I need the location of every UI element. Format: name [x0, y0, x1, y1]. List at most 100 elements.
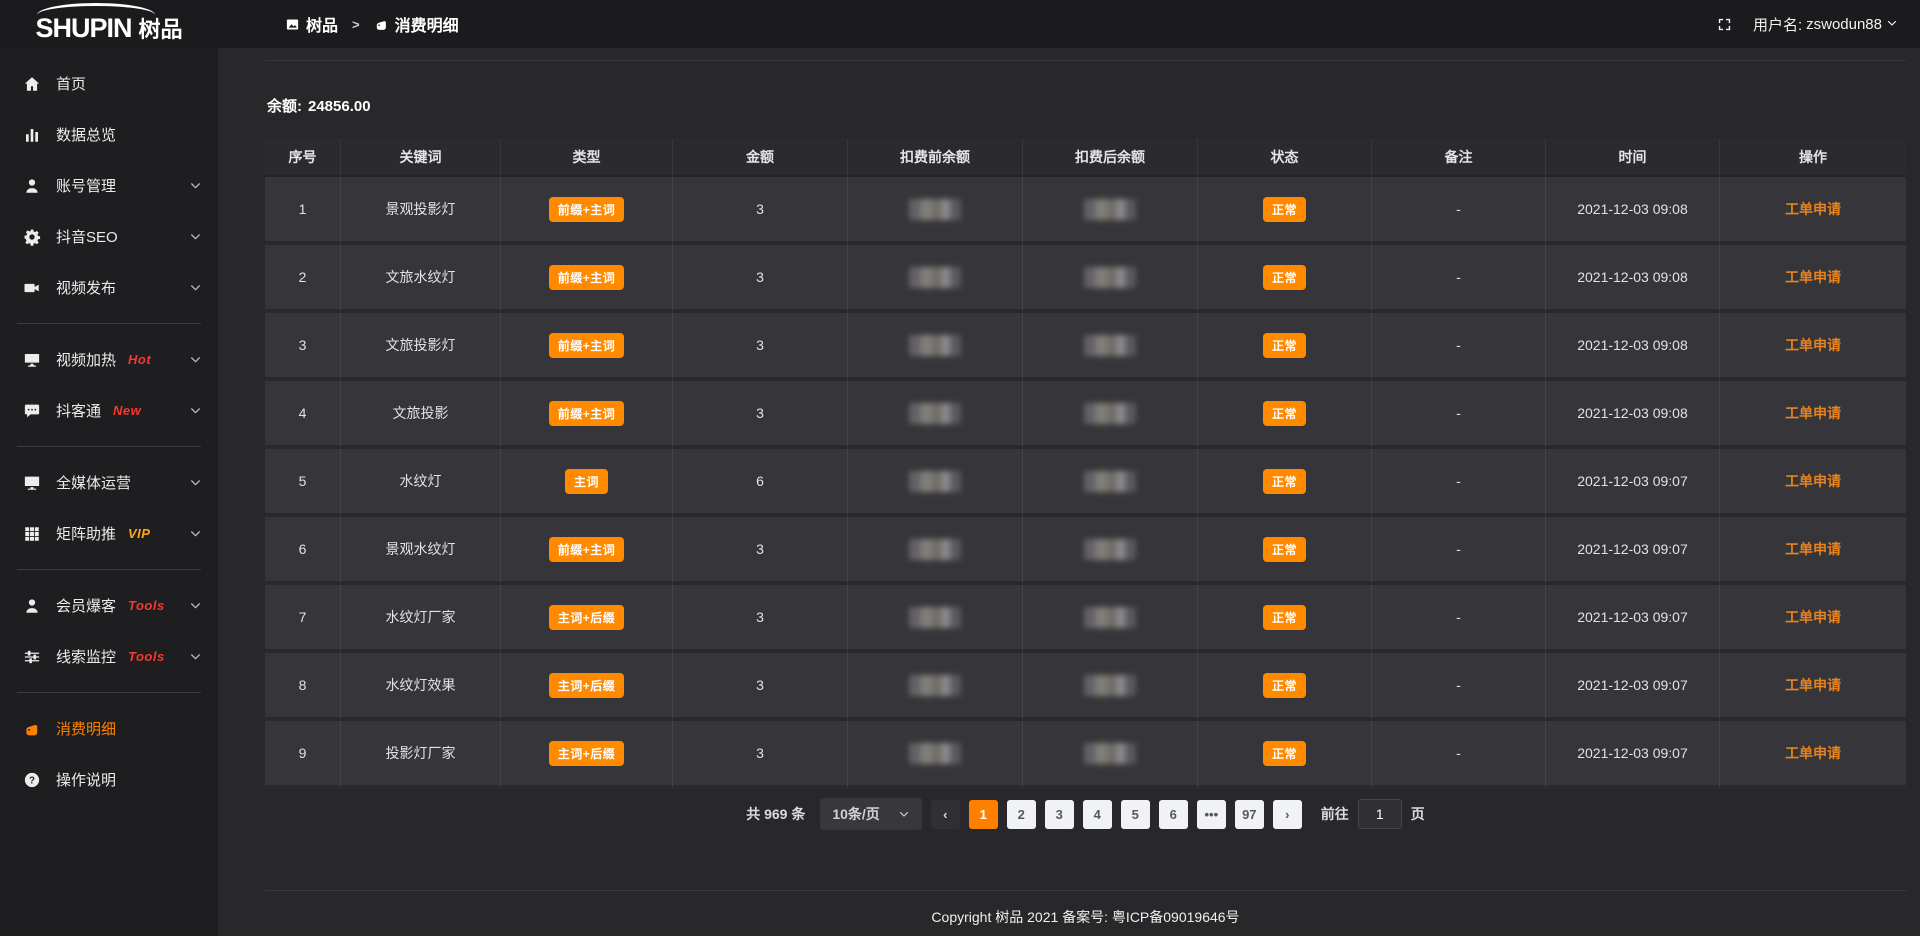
- fullscreen-icon[interactable]: [1716, 16, 1733, 33]
- page-button-4[interactable]: 4: [1083, 800, 1112, 829]
- cell-amount: 3: [673, 653, 848, 721]
- cell-action: 工单申请: [1720, 313, 1906, 381]
- status-badge: 主词+后缀: [549, 673, 625, 698]
- cell-type: 主词: [501, 449, 673, 517]
- chevron-down-icon: [189, 353, 202, 366]
- page-button-1[interactable]: 1: [969, 800, 998, 829]
- cell-remark: -: [1372, 721, 1546, 789]
- ticket-request-link[interactable]: 工单申请: [1785, 405, 1841, 421]
- page-button-97[interactable]: 97: [1235, 800, 1264, 829]
- cell-keyword: 文旅水纹灯: [341, 245, 501, 313]
- cell-post-balance: [1023, 245, 1198, 313]
- masked-balance-value: [909, 267, 961, 288]
- sidebar-item-home[interactable]: 首页: [0, 58, 218, 109]
- next-page-button[interactable]: ›: [1273, 800, 1302, 829]
- sidebar-divider: [17, 569, 201, 570]
- cell-amount: 3: [673, 585, 848, 653]
- ticket-request-link[interactable]: 工单申请: [1785, 337, 1841, 353]
- copyright-text: Copyright 树品 2021 备案号: 粤ICP备09019646号: [265, 891, 1906, 927]
- user-menu[interactable]: 用户名: zswodun88: [1753, 14, 1898, 35]
- question-icon: ?: [23, 771, 41, 789]
- cell-index: 6: [265, 517, 341, 585]
- sidebar-item-screen[interactable]: 视频加热Hot: [0, 334, 218, 385]
- sidebar-item-member[interactable]: 会员爆客Tools: [0, 580, 218, 631]
- masked-balance-value: [1084, 607, 1136, 628]
- cell-post-balance: [1023, 517, 1198, 585]
- sidebar-item-video[interactable]: 视频发布: [0, 262, 218, 313]
- cell-status: 正常: [1198, 449, 1372, 517]
- page-button-2[interactable]: 2: [1007, 800, 1036, 829]
- sidebar-item-chat[interactable]: 抖客通New: [0, 385, 218, 436]
- cell-amount: 3: [673, 313, 848, 381]
- sidebar-item-monitor[interactable]: 全媒体运营: [0, 457, 218, 508]
- cell-type: 前缀+主词: [501, 245, 673, 313]
- cell-pre-balance: [848, 245, 1023, 313]
- sidebar-item-grid[interactable]: 矩阵助推VIP: [0, 508, 218, 559]
- cell-remark: -: [1372, 585, 1546, 653]
- bar-chart-icon: [23, 126, 41, 144]
- cell-time: 2021-12-03 09:07: [1546, 585, 1720, 653]
- column-header: 扣费后余额: [1023, 139, 1198, 177]
- chevron-down-icon: [189, 230, 202, 243]
- sidebar-item-label: 视频发布: [56, 277, 116, 298]
- sidebar-item-user[interactable]: 账号管理: [0, 160, 218, 211]
- page-size-value: 10条/页: [832, 804, 879, 824]
- cell-index: 3: [265, 313, 341, 381]
- ticket-request-link[interactable]: 工单申请: [1785, 201, 1841, 217]
- status-badge: 主词: [565, 469, 608, 494]
- sidebar-item-label: 全媒体运营: [56, 472, 131, 493]
- app-root: SHUPIN 树品 树品>消费明细 用户名: zswodun88 首页数据总览账…: [0, 0, 1920, 936]
- cell-keyword: 景观投影灯: [341, 177, 501, 245]
- status-badge: 正常: [1263, 469, 1306, 494]
- ticket-request-link[interactable]: 工单申请: [1785, 269, 1841, 285]
- chevron-down-icon: [189, 527, 202, 540]
- prev-page-button[interactable]: ‹: [931, 800, 960, 829]
- ticket-request-link[interactable]: 工单申请: [1785, 677, 1841, 693]
- cell-index: 8: [265, 653, 341, 721]
- masked-balance-value: [1084, 199, 1136, 220]
- goto-page-input[interactable]: [1358, 799, 1402, 829]
- logo-text-cn: 树品: [139, 12, 183, 44]
- page-button-5[interactable]: 5: [1121, 800, 1150, 829]
- cell-remark: -: [1372, 381, 1546, 449]
- cell-remark: -: [1372, 245, 1546, 313]
- page-size-select[interactable]: 10条/页: [820, 798, 921, 830]
- cell-keyword: 投影灯厂家: [341, 721, 501, 789]
- cell-index: 5: [265, 449, 341, 517]
- masked-balance-value: [1084, 743, 1136, 764]
- breadcrumb-item[interactable]: 消费明细: [374, 12, 459, 36]
- column-header: 时间: [1546, 139, 1720, 177]
- sidebar-item-gear[interactable]: 抖音SEO: [0, 211, 218, 262]
- sidebar-item-sliders[interactable]: 线索监控Tools: [0, 631, 218, 682]
- column-header: 类型: [501, 139, 673, 177]
- consumption-table: 序号关键词类型金额扣费前余额扣费后余额状态备注时间操作 1景观投影灯前缀+主词3…: [265, 139, 1906, 789]
- chat-icon: [23, 402, 41, 420]
- sidebar-item-tag: VIP: [128, 526, 150, 541]
- column-header: 操作: [1720, 139, 1906, 177]
- content-top-divider: [265, 60, 1906, 61]
- breadcrumb-item[interactable]: 树品: [285, 12, 338, 36]
- balance-label: 余额:: [267, 98, 302, 115]
- sidebar-item-spend[interactable]: 消费明细: [0, 703, 218, 754]
- cell-remark: -: [1372, 313, 1546, 381]
- ticket-request-link[interactable]: 工单申请: [1785, 745, 1841, 761]
- page-button-3[interactable]: 3: [1045, 800, 1074, 829]
- balance-value: 24856.00: [308, 98, 371, 115]
- sidebar-item-label: 视频加热: [56, 349, 116, 370]
- more-pages-button[interactable]: •••: [1197, 800, 1226, 829]
- ticket-request-link[interactable]: 工单申请: [1785, 609, 1841, 625]
- column-header: 状态: [1198, 139, 1372, 177]
- status-badge: 正常: [1263, 537, 1306, 562]
- ticket-request-link[interactable]: 工单申请: [1785, 473, 1841, 489]
- goto-label: 前往: [1321, 804, 1349, 824]
- masked-balance-value: [909, 199, 961, 220]
- cell-pre-balance: [848, 449, 1023, 517]
- status-badge: 正常: [1263, 197, 1306, 222]
- sidebar-item-question[interactable]: ?操作说明: [0, 754, 218, 805]
- ticket-request-link[interactable]: 工单申请: [1785, 541, 1841, 557]
- page-button-6[interactable]: 6: [1159, 800, 1188, 829]
- sidebar-divider: [17, 323, 201, 324]
- sidebar-item-bar-chart[interactable]: 数据总览: [0, 109, 218, 160]
- status-badge: 前缀+主词: [549, 265, 625, 290]
- main-content: 余额:24856.00 序号关键词类型金额扣费前余额扣费后余额状态备注时间操作 …: [218, 48, 1920, 936]
